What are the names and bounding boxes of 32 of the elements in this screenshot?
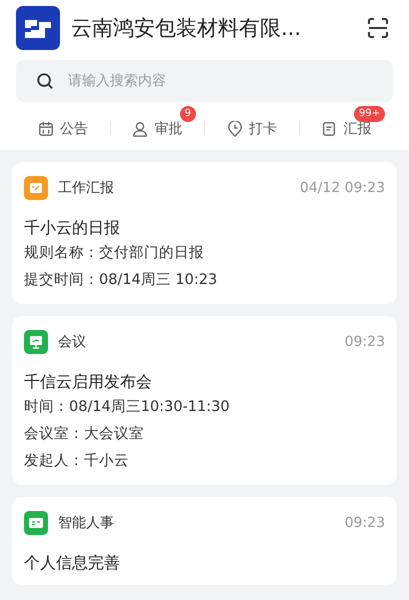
message-title: 个人信息完善 <box>24 552 121 574</box>
document-icon <box>321 121 338 137</box>
company-name: 云南鸿安包装材料有限... <box>71 15 302 42</box>
message-detail: 规则名称：交付部门的日报 <box>24 244 205 263</box>
message-detail: 发起人：千小云 <box>24 452 130 471</box>
person-icon <box>132 121 148 137</box>
location-clock-icon <box>226 121 243 137</box>
message-card[interactable]: 智能人事 09:23 个人信息完善 <box>12 497 397 585</box>
message-source: 会议 <box>58 333 87 351</box>
shortcut-tab[interactable]: 打卡 <box>205 106 298 138</box>
message-card[interactable]: 会议 09:23 千信云启用发布会 时间：08/14周三10:30-11:30 会议室：大会议室 发起人：千小云 <box>12 316 397 485</box>
message-detail: 提交时间：08/14周三 10:23 <box>24 270 218 290</box>
scan-icon[interactable] <box>367 17 389 39</box>
shortcut-tab[interactable]: 汇报 99+ <box>300 106 393 138</box>
shortcut-tab[interactable]: 审批 9 <box>110 106 204 138</box>
message-source: 工作汇报 <box>58 179 115 197</box>
message-title: 千小云的日报 <box>24 217 121 239</box>
message-detail: 会议室：大会议室 <box>24 424 145 444</box>
count-badge: 99+ <box>354 106 385 122</box>
message-time: 09:23 <box>344 334 385 350</box>
message-time: 09:23 <box>344 515 385 531</box>
message-title: 千信云启用发布会 <box>24 371 153 393</box>
message-source: 智能人事 <box>58 514 115 532</box>
message-time: 04/12 09:23 <box>300 180 385 196</box>
message-card[interactable]: 工作汇报 04/12 09:23 千小云的日报 规则名称：交付部门的日报 提交时间：08/14周三 10:23 <box>12 162 397 304</box>
count-badge: 9 <box>180 106 196 122</box>
company-logo <box>16 6 60 50</box>
search-icon <box>36 72 54 90</box>
shortcut-tab[interactable]: 公告 <box>16 106 110 138</box>
message-detail: 时间：08/14周三10:30-11:30 <box>24 398 231 417</box>
calendar-icon <box>38 121 54 137</box>
search-field[interactable]: 请输入搜索内容 <box>16 60 393 102</box>
